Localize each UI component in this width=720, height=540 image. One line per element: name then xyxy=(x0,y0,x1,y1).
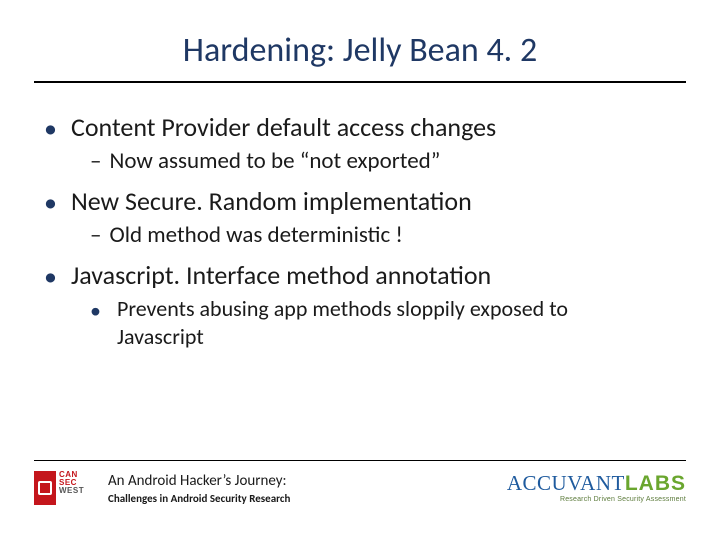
bullet-dot-icon: • xyxy=(44,189,57,217)
slide: Hardening: Jelly Bean 4. 2 • Content Pro… xyxy=(0,0,720,540)
cansec-text: CAN SEC WEST xyxy=(59,471,84,505)
slide-title: Hardening: Jelly Bean 4. 2 xyxy=(0,0,720,81)
bullet-dash-icon: – xyxy=(90,147,101,175)
cansec-badge-icon xyxy=(34,471,56,505)
footer-subtitle: Challenges in Android Security Research xyxy=(108,492,493,505)
bullet-dot-icon: • xyxy=(44,115,57,143)
bullet-dash-icon: – xyxy=(90,221,101,249)
bullet-text: Prevents abusing app methods sloppily ex… xyxy=(117,295,637,350)
accuvant-tagline: Research Driven Security Assessment xyxy=(507,496,686,503)
bullet-dot-icon: • xyxy=(90,297,101,350)
bullet-dot-icon: • xyxy=(44,263,57,291)
footer-middle: An Android Hacker’s Journey: Challenges … xyxy=(108,472,493,505)
footer-row: CAN SEC WEST An Android Hacker’s Journey… xyxy=(34,471,686,505)
content-area: • Content Provider default access change… xyxy=(0,83,720,350)
accuvant-wordmark: ACCUVANTLABS xyxy=(507,473,686,494)
bullet-level1: • Javascript. Interface method annotatio… xyxy=(44,259,676,291)
bullet-level1: • Content Provider default access change… xyxy=(44,111,676,143)
cansec-badge-inner-icon xyxy=(38,481,52,495)
cansecwest-logo: CAN SEC WEST xyxy=(34,471,94,505)
accuvant-word-b: LABS xyxy=(625,472,686,495)
divider-bottom xyxy=(34,460,686,461)
bullet-level2: – Now assumed to be “not exported” xyxy=(90,147,676,175)
accuvant-word-a: ACCUVANT xyxy=(507,471,625,495)
bullet-level2: – Old method was deterministic ! xyxy=(90,221,676,249)
cansec-line: WEST xyxy=(59,487,84,495)
bullet-text: Old method was deterministic ! xyxy=(109,221,402,249)
bullet-text: New Secure. Random implementation xyxy=(71,185,472,217)
footer-title: An Android Hacker’s Journey: xyxy=(108,472,493,490)
bullet-text: Content Provider default access changes xyxy=(71,111,496,143)
bullet-level3: • Prevents abusing app methods sloppily … xyxy=(90,295,676,350)
bullet-level1: • New Secure. Random implementation xyxy=(44,185,676,217)
footer: CAN SEC WEST An Android Hacker’s Journey… xyxy=(0,460,720,540)
bullet-text: Now assumed to be “not exported” xyxy=(109,147,440,175)
bullet-text: Javascript. Interface method annotation xyxy=(71,259,491,291)
accuvant-logo: ACCUVANTLABS Research Driven Security As… xyxy=(507,473,686,503)
